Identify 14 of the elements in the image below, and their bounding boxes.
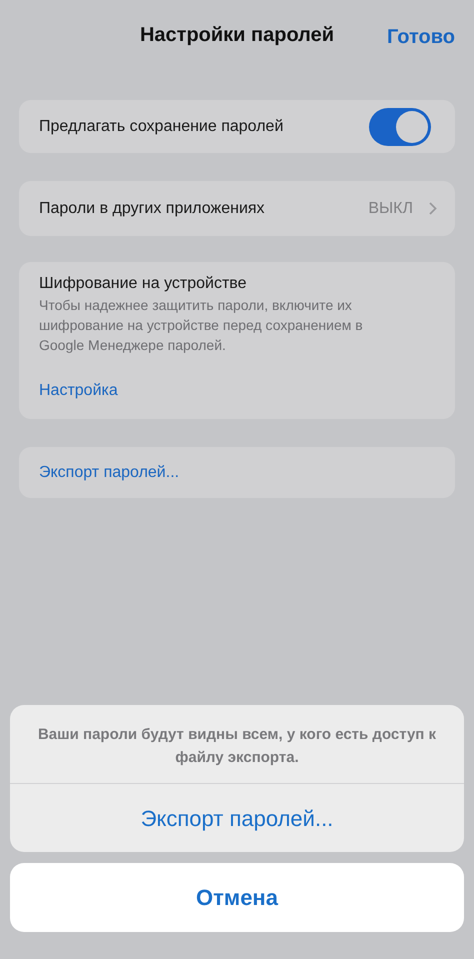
card-title: Шифрование на устройстве [39, 274, 248, 294]
toggle-switch[interactable] [369, 108, 431, 146]
screen-title: Настройки паролей [140, 23, 334, 48]
done-button[interactable]: Готово [386, 22, 455, 52]
card-description: Чтобы надежнее защитить пароли, включите их шифрование на устройстве перед сохранением в Google Менеджере паролей. [39, 296, 364, 355]
setup-link[interactable]: Настройка [39, 379, 118, 403]
export-button[interactable]: Экспорт паролей... [10, 784, 464, 852]
settings-row[interactable]: Пароли в других приложениях ВЫКЛ [19, 181, 455, 236]
status-value: ВЫКЛ [368, 198, 413, 218]
sheet-message: Ваши пароли будут видны всем, у кого есть доступ к файлу экспорта. [10, 705, 464, 784]
settings-row[interactable]: Предлагать сохранение паролей [19, 100, 455, 153]
cancel-button[interactable]: Отмена [10, 863, 464, 932]
settings-row[interactable]: Экспорт паролей... [19, 447, 455, 498]
chevron-right-icon [429, 202, 437, 215]
